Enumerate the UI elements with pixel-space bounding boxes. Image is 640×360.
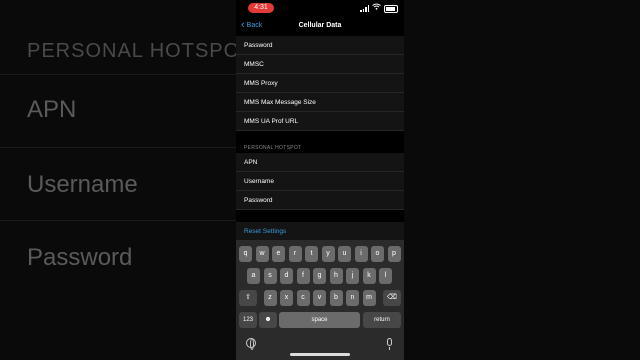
list-item-mms-password[interactable]: Password xyxy=(236,36,404,55)
key-o[interactable]: o xyxy=(371,246,384,262)
section-gap xyxy=(236,131,404,141)
key-q[interactable]: q xyxy=(239,246,252,262)
bg-divider xyxy=(0,74,236,75)
key-t[interactable]: t xyxy=(305,246,318,262)
key-e[interactable]: e xyxy=(272,246,285,262)
section-header-hotspot: PERSONAL HOTSPOT xyxy=(236,141,404,153)
wifi-icon xyxy=(372,3,381,14)
key-f[interactable]: f xyxy=(296,268,310,284)
key-z[interactable]: z xyxy=(263,290,277,306)
status-icons xyxy=(360,3,398,14)
bg-item-password: Password xyxy=(27,244,133,271)
navigation-bar: ‹ Back Cellular Data xyxy=(236,18,404,36)
keyboard-row-1: q w e r t y u i o p xyxy=(236,246,404,262)
key-k[interactable]: k xyxy=(362,268,376,284)
list-item-mms-ua-prof-url[interactable]: MMS UA Prof URL xyxy=(236,112,404,131)
list-item-hotspot-apn[interactable]: APN xyxy=(236,153,404,172)
signal-icon xyxy=(360,5,369,12)
numbers-key[interactable]: 123 xyxy=(239,312,257,328)
bg-divider xyxy=(0,220,236,221)
list-item-hotspot-username[interactable]: Username xyxy=(236,172,404,191)
bg-item-username: Username xyxy=(27,171,138,198)
bg-section-header: PERSONAL HOTSPOT xyxy=(27,40,254,62)
keyboard-row-3: ⇧ z x c v b n m ⌫ xyxy=(236,290,404,306)
keyboard-row-4: 123 ☻ space return xyxy=(236,312,404,328)
list-item-mmsc[interactable]: MMSC xyxy=(236,55,404,74)
bg-divider xyxy=(0,147,236,148)
key-h[interactable]: h xyxy=(329,268,343,284)
globe-icon[interactable] xyxy=(246,338,256,350)
key-b[interactable]: b xyxy=(329,290,343,306)
key-x[interactable]: x xyxy=(280,290,293,306)
page-title: Cellular Data xyxy=(298,22,342,29)
status-time: 4:31 xyxy=(248,3,274,13)
settings-list: Password MMSC MMS Proxy MMS Max Message … xyxy=(236,36,404,210)
key-r[interactable]: r xyxy=(288,246,302,262)
key-v[interactable]: v xyxy=(313,290,326,306)
key-p[interactable]: p xyxy=(387,246,401,262)
key-g[interactable]: g xyxy=(313,268,326,284)
bg-item-apn: APN xyxy=(27,96,77,123)
shift-icon[interactable]: ⇧ xyxy=(239,290,257,306)
key-n[interactable]: n xyxy=(346,290,359,306)
key-l[interactable]: l xyxy=(379,268,392,284)
list-item-mms-proxy[interactable]: MMS Proxy xyxy=(236,74,404,93)
delete-icon[interactable]: ⌫ xyxy=(383,290,401,306)
list-item-hotspot-password[interactable]: Password xyxy=(236,191,404,210)
return-key[interactable]: return xyxy=(363,312,401,328)
status-bar: 4:31 xyxy=(236,0,404,14)
reset-settings-button[interactable]: Reset Settings xyxy=(236,222,404,241)
list-item-mms-max-size[interactable]: MMS Max Message Size xyxy=(236,93,404,112)
keyboard-row-2: a s d f g h j k l xyxy=(236,268,404,284)
key-m[interactable]: m xyxy=(362,290,376,306)
keyboard-bottom-bar xyxy=(236,338,404,352)
key-s[interactable]: s xyxy=(263,268,277,284)
key-j[interactable]: j xyxy=(346,268,359,284)
battery-icon xyxy=(384,4,398,13)
key-a[interactable]: a xyxy=(247,268,260,284)
microphone-icon[interactable] xyxy=(387,338,392,350)
key-u[interactable]: u xyxy=(338,246,351,262)
key-i[interactable]: i xyxy=(354,246,368,262)
emoji-icon[interactable]: ☻ xyxy=(259,312,277,328)
key-c[interactable]: c xyxy=(296,290,310,306)
space-key[interactable]: space xyxy=(279,312,360,328)
key-w[interactable]: w xyxy=(255,246,269,262)
home-indicator[interactable] xyxy=(290,353,350,356)
key-y[interactable]: y xyxy=(321,246,335,262)
key-d[interactable]: d xyxy=(280,268,293,284)
phone-screen: 4:31 ‹ Back Cellular Data Password MMSC … xyxy=(236,0,404,360)
